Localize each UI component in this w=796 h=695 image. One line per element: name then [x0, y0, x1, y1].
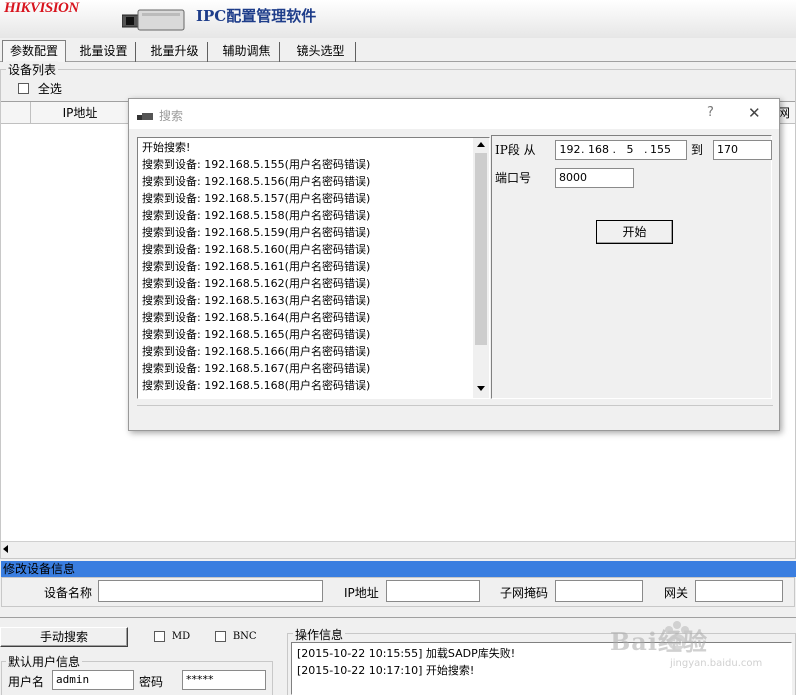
- tab-params[interactable]: 参数配置: [2, 40, 66, 62]
- scroll-left-arrow-icon[interactable]: [3, 545, 8, 553]
- search-options-panel: IP段 从 192. 168. 5. 155 到 170 端口号 8000 开始: [491, 135, 772, 399]
- port-field[interactable]: 8000: [555, 168, 634, 188]
- dialog-title: 搜索: [159, 109, 184, 123]
- tab-label: 镜头选型: [296, 44, 345, 58]
- tab-label: 参数配置: [9, 44, 58, 58]
- select-all-label: 全选: [37, 82, 62, 96]
- username-field[interactable]: admin: [52, 670, 134, 690]
- ip-range-label: IP段 从: [495, 143, 536, 157]
- oplog-label: 操作信息: [293, 626, 346, 643]
- select-all-checkbox[interactable]: 全选: [18, 80, 62, 97]
- camera-icon: [121, 6, 186, 32]
- ip-octet-2: 168: [588, 143, 609, 156]
- app-title: IPC配置管理软件: [196, 7, 317, 25]
- ip-from-field[interactable]: 192. 168. 5. 155: [555, 140, 687, 160]
- col-index[interactable]: [1, 102, 31, 124]
- tab-batch-upgrade[interactable]: 批量升级: [142, 42, 208, 62]
- brand-logo: HIKVISION: [4, 0, 79, 16]
- search-log-listbox[interactable]: 开始搜索! 搜索到设备: 192.168.5.155(用户名密码错误) 搜索到设备:…: [137, 137, 490, 399]
- scroll-up-arrow-icon[interactable]: [477, 142, 485, 147]
- bnc-checkbox[interactable]: BNC: [215, 629, 257, 643]
- log-line: 搜索到设备: 192.168.5.159(用户名密码错误): [142, 226, 371, 239]
- start-button[interactable]: 开始: [596, 220, 673, 244]
- log-line: 搜索到设备: 192.168.5.157(用户名密码错误): [142, 192, 371, 205]
- ip-octet-4: 155: [650, 143, 671, 156]
- modify-header: 修改设备信息: [1, 561, 796, 577]
- log-line: 搜索到设备: 192.168.5.165(用户名密码错误): [142, 328, 371, 341]
- search-log-lines: 开始搜索! 搜索到设备: 192.168.5.155(用户名密码错误) 搜索到设备:…: [142, 139, 472, 394]
- subnet-mask-label: 子网掩码: [500, 586, 549, 600]
- gateway-field[interactable]: [695, 580, 783, 602]
- device-name-field[interactable]: [98, 580, 323, 602]
- bnc-label: BNC: [232, 631, 257, 642]
- log-line: 搜索到设备: 192.168.5.155(用户名密码错误): [142, 158, 371, 171]
- checkbox-box[interactable]: [215, 631, 226, 642]
- tab-label: 批量升级: [150, 44, 199, 58]
- col-ip-header[interactable]: IP地址: [31, 102, 129, 124]
- log-line: 搜索到设备: 192.168.5.160(用户名密码错误): [142, 243, 371, 256]
- dialog-app-icon: [137, 110, 153, 120]
- col-ip-label: IP地址: [62, 106, 98, 120]
- log-line: 搜索到设备: 192.168.5.156(用户名密码错误): [142, 175, 371, 188]
- log-line: 搜索到设备: 192.168.5.167(用户名密码错误): [142, 362, 371, 375]
- ip-to-label: 到: [691, 143, 704, 157]
- tab-label: 批量设置: [79, 44, 128, 58]
- log-line: 搜索到设备: 192.168.5.163(用户名密码错误): [142, 294, 371, 307]
- log-line: 搜索到设备: 192.168.5.162(用户名密码错误): [142, 277, 371, 290]
- ip-address-field[interactable]: [386, 580, 480, 602]
- device-name-label: 设备名称: [44, 586, 93, 600]
- oplog-line: [2015-10-22 10:15:55] 加载SADP库失败!: [297, 647, 516, 660]
- bottom-separator: [0, 617, 796, 618]
- tab-batch-settings[interactable]: 批量设置: [72, 42, 136, 62]
- checkbox-box[interactable]: [18, 83, 29, 94]
- ip-octet-1: 192: [559, 143, 581, 156]
- ip-address-label: IP地址: [344, 586, 379, 600]
- log-line: 搜索到设备: 192.168.5.158(用户名密码错误): [142, 209, 371, 222]
- default-user-label: 默认用户信息: [6, 653, 83, 670]
- gateway-label: 网关: [664, 586, 689, 600]
- dialog-titlebar[interactable]: 搜索 ? ✕: [129, 99, 779, 129]
- log-line: 开始搜索!: [142, 141, 191, 154]
- port-label: 端口号: [495, 171, 532, 185]
- log-line: 搜索到设备: 192.168.5.164(用户名密码错误): [142, 311, 371, 324]
- tab-focus-assist[interactable]: 辅助调焦: [214, 42, 280, 62]
- log-line: 搜索到设备: 192.168.5.166(用户名密码错误): [142, 345, 371, 358]
- scroll-down-arrow-icon[interactable]: [477, 386, 485, 391]
- search-dialog: 搜索 ? ✕ 开始搜索! 搜索到设备: 192.168.5.155(用户名密码错误…: [128, 98, 780, 431]
- dialog-status-strip: [137, 405, 773, 425]
- tab-bar: 参数配置 批量设置 批量升级 辅助调焦 镜头选型: [0, 40, 796, 62]
- log-line: 搜索到设备: 192.168.5.168(用户名密码错误): [142, 379, 371, 392]
- ip-octet-3: 5: [626, 143, 634, 156]
- oplog-lines: [2015-10-22 10:15:55] 加载SADP库失败! [2015-10…: [297, 645, 515, 679]
- oplog-listbox[interactable]: [2015-10-22 10:15:55] 加载SADP库失败! [2015-10…: [291, 642, 792, 695]
- tab-label: 辅助调焦: [222, 44, 271, 58]
- tab-lens-select[interactable]: 镜头选型: [286, 42, 356, 62]
- horizontal-scrollbar[interactable]: [1, 541, 795, 557]
- md-label: MD: [171, 631, 191, 642]
- dialog-help-button[interactable]: ?: [707, 105, 714, 120]
- password-field[interactable]: *****: [182, 670, 266, 690]
- device-list-label: 设备列表: [6, 61, 59, 78]
- scroll-thumb[interactable]: [475, 153, 487, 345]
- app-header: HIKVISION IPC配置管理软件: [0, 0, 796, 38]
- log-line: 搜索到设备: 192.168.5.161(用户名密码错误): [142, 260, 371, 273]
- oplog-line: [2015-10-22 10:17:10] 开始搜索!: [297, 664, 475, 677]
- ip-to-field[interactable]: 170: [713, 140, 772, 160]
- subnet-mask-field[interactable]: [555, 580, 643, 602]
- username-label: 用户名: [8, 675, 45, 689]
- password-label: 密码: [139, 675, 164, 689]
- dialog-close-button[interactable]: ✕: [748, 104, 761, 122]
- md-checkbox[interactable]: MD: [154, 629, 190, 643]
- checkbox-box[interactable]: [154, 631, 165, 642]
- manual-search-button[interactable]: 手动搜索: [0, 627, 128, 647]
- log-vertical-scrollbar[interactable]: [473, 138, 489, 398]
